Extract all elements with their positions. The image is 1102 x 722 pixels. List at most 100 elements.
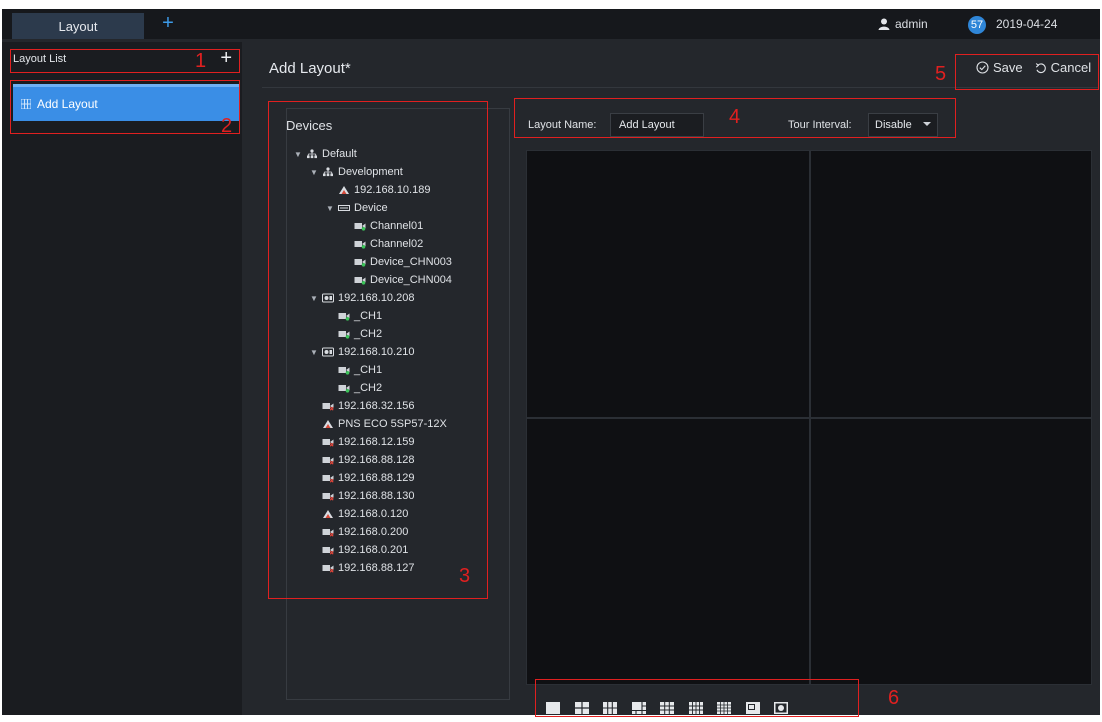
cancel-button[interactable]: Cancel <box>1035 60 1091 75</box>
video-window[interactable] <box>810 150 1092 418</box>
annotation-number: 4 <box>729 106 741 128</box>
user-menu[interactable]: admin <box>878 9 928 39</box>
tree-node[interactable]: Device_CHN004 <box>342 271 452 289</box>
tree-node-label: 192.168.0.201 <box>338 544 409 556</box>
user-name: admin <box>895 17 928 31</box>
layout-13-icon[interactable] <box>688 701 704 715</box>
tree-node-label: _CH2 <box>354 382 383 394</box>
video-window[interactable] <box>810 418 1092 685</box>
tree-node[interactable]: _CH1 <box>326 307 382 325</box>
page-title: Add Layout* <box>269 60 351 77</box>
save-label: Save <box>993 60 1023 75</box>
tree-node-label: 192.168.10.210 <box>338 346 415 358</box>
tree-node[interactable]: 192.168.0.120 <box>310 505 408 523</box>
main-panel: Add Layout* Save Cancel Devices ▼ Default… <box>248 42 1100 715</box>
tree-node[interactable]: PNS ECO 5SP57-12X <box>310 415 447 433</box>
layout-custom-icon[interactable] <box>745 701 761 715</box>
dome-camera-icon <box>322 509 334 519</box>
tree-node[interactable]: 192.168.0.201 <box>310 541 408 559</box>
video-layout-grid <box>526 150 1092 685</box>
tree-node[interactable]: 192.168.88.129 <box>310 469 414 487</box>
tree-node[interactable]: 192.168.88.128 <box>310 451 414 469</box>
layout-fisheye-icon[interactable] <box>773 701 789 715</box>
tree-node-label: _CH1 <box>354 310 383 322</box>
layout-9-icon[interactable] <box>659 701 675 715</box>
expand-arrow-icon[interactable]: ▼ <box>310 168 318 177</box>
layout-4-icon[interactable] <box>574 701 590 715</box>
annotation-number: 2 <box>221 115 233 137</box>
channel-icon <box>338 329 350 339</box>
offline-camera-icon <box>322 545 334 555</box>
tree-node[interactable]: 192.168.10.189 <box>326 181 430 199</box>
tree-node-label: 192.168.0.200 <box>338 526 409 538</box>
tree-node[interactable]: 192.168.12.159 <box>310 433 414 451</box>
user-icon <box>878 18 890 30</box>
layout-list-item-label: Add Layout <box>37 97 98 111</box>
layout-6-icon[interactable] <box>602 701 618 715</box>
tree-node-label: 192.168.88.127 <box>338 562 415 574</box>
add-layout-button[interactable]: + <box>220 46 232 70</box>
tree-node[interactable]: 192.168.0.200 <box>310 523 408 541</box>
devices-title: Devices <box>286 118 333 133</box>
tree-node[interactable]: 192.168.88.127 <box>310 559 414 577</box>
tree-node[interactable]: ▼ Default <box>294 145 357 163</box>
encoder-icon <box>322 347 334 357</box>
expand-arrow-icon[interactable]: ▼ <box>294 150 302 159</box>
tree-node-label: _CH2 <box>354 328 383 340</box>
tree-node[interactable]: ▼ 192.168.10.208 <box>310 289 414 307</box>
tree-node[interactable]: ▼ 192.168.10.210 <box>310 343 414 361</box>
dome-camera-icon <box>322 419 334 429</box>
top-bar: Layout + admin 57 2019-04-24 16:10:13 <box>2 9 1100 61</box>
tree-node[interactable]: _CH2 <box>326 325 382 343</box>
tab-layout[interactable]: Layout <box>12 13 144 39</box>
org-icon <box>306 149 318 159</box>
tree-node-label: PNS ECO 5SP57-12X <box>338 418 447 430</box>
video-window[interactable] <box>526 418 810 685</box>
action-bar: Save Cancel <box>976 60 1091 75</box>
encoder-icon <box>322 293 334 303</box>
tree-node-label: 192.168.0.120 <box>338 508 409 520</box>
expand-arrow-icon[interactable]: ▼ <box>310 348 318 357</box>
tour-interval-select[interactable]: Disable <box>868 113 938 137</box>
layout-name-input[interactable] <box>610 113 704 137</box>
tree-node[interactable]: 192.168.32.156 <box>310 397 414 415</box>
expand-arrow-icon[interactable]: ▼ <box>310 294 318 303</box>
tree-node-label: Default <box>322 148 357 160</box>
layout-1-icon[interactable] <box>545 701 561 715</box>
tree-node[interactable]: Channel02 <box>342 235 423 253</box>
tree-node-label: 192.168.32.156 <box>338 400 415 412</box>
annotation-number: 5 <box>935 63 947 85</box>
org-icon <box>322 167 334 177</box>
tree-node[interactable]: _CH2 <box>326 379 382 397</box>
offline-camera-icon <box>322 491 334 501</box>
offline-camera-icon <box>322 401 334 411</box>
layout-8-icon[interactable] <box>631 701 647 715</box>
tree-node[interactable]: ▼ Device <box>326 199 388 217</box>
tree-node-label: 192.168.10.208 <box>338 292 415 304</box>
tree-node[interactable]: _CH1 <box>326 361 382 379</box>
save-button[interactable]: Save <box>976 60 1023 75</box>
tree-node-label: 192.168.88.129 <box>338 472 415 484</box>
datetime-display: 2019-04-24 16:10:13 <box>996 17 1058 61</box>
layout-name-label: Layout Name: <box>528 119 597 131</box>
annotation-number: 3 <box>459 565 471 587</box>
tree-node[interactable]: Channel01 <box>342 217 423 235</box>
expand-arrow-icon[interactable]: ▼ <box>326 204 334 213</box>
channel-icon <box>338 311 350 321</box>
tree-node[interactable]: ▼ Development <box>310 163 403 181</box>
layout-16-icon[interactable] <box>716 701 732 715</box>
tree-node[interactable]: Device_CHN003 <box>342 253 452 271</box>
notification-badge[interactable]: 57 <box>968 16 986 34</box>
annotation-number: 1 <box>195 50 207 72</box>
channel-icon <box>354 221 366 231</box>
tree-node-label: 192.168.10.189 <box>354 184 431 196</box>
layout-list-item[interactable]: Add Layout <box>13 84 239 121</box>
layout-split-toolbar <box>545 694 789 722</box>
add-tab-button[interactable]: + <box>158 12 178 34</box>
tree-node-label: Device_CHN004 <box>370 274 452 286</box>
video-window[interactable] <box>526 150 810 418</box>
channel-icon <box>354 275 366 285</box>
dome-camera-icon <box>338 185 350 195</box>
tree-node-label: Device <box>354 202 388 214</box>
tree-node[interactable]: 192.168.88.130 <box>310 487 414 505</box>
